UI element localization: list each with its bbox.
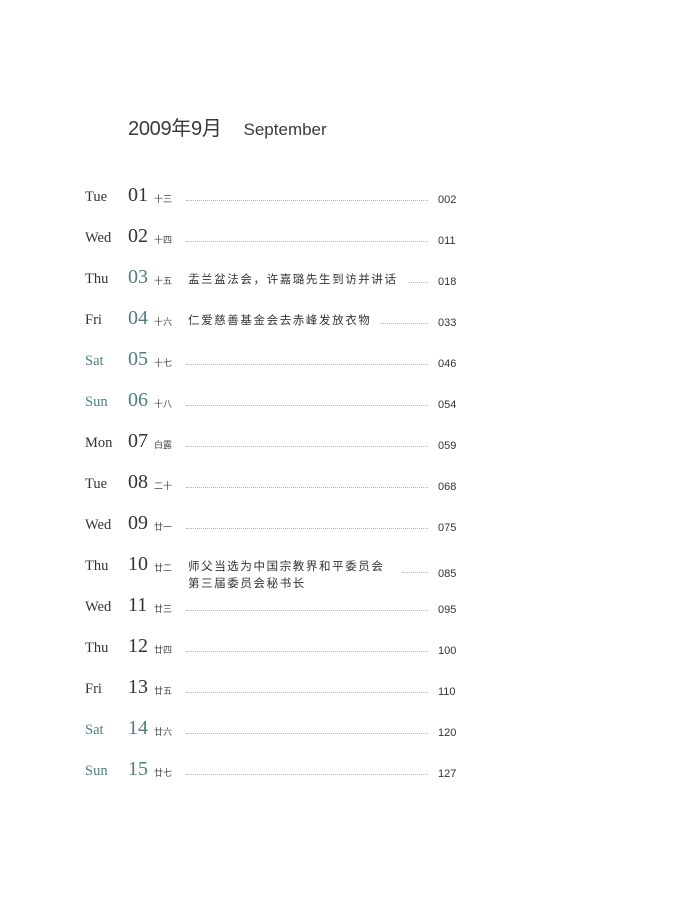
day-number: 11 <box>128 594 148 616</box>
day-list: Tue 01 十三 002 Wed 02 十四 011 Thu 03 十五 盂兰… <box>0 0 678 920</box>
day-number: 04 <box>128 307 148 329</box>
page-number: 127 <box>438 768 457 780</box>
weekday-label: Fri <box>85 681 102 697</box>
event-line: 第三届委员会秘书长 <box>188 576 306 590</box>
lunar-date: 廿四 <box>154 646 173 656</box>
day-number: 05 <box>128 348 148 370</box>
dot-leader <box>186 692 428 693</box>
page-number: 068 <box>438 481 457 493</box>
lunar-date: 廿一 <box>154 523 173 533</box>
lunar-date: 廿五 <box>154 687 173 697</box>
weekday-label: Thu <box>85 271 109 287</box>
page-number: 059 <box>438 440 457 452</box>
day-row: Tue 08 二十 068 <box>0 471 678 517</box>
page-number: 046 <box>438 358 457 370</box>
page-number: 018 <box>438 276 457 288</box>
day-row: Thu 10 廿二 师父当选为中国宗教界和平委员会 第三届委员会秘书长 085 <box>0 553 678 599</box>
weekday-label: Tue <box>85 476 108 492</box>
page-number: 033 <box>438 317 457 329</box>
page-number: 100 <box>438 645 457 657</box>
page-number: 110 <box>438 686 456 698</box>
dot-leader <box>186 446 428 447</box>
weekday-label: Wed <box>85 517 112 533</box>
weekday-label: Tue <box>85 189 108 205</box>
day-number: 06 <box>128 389 148 411</box>
page-number: 095 <box>438 604 457 616</box>
weekday-label: Wed <box>85 230 112 246</box>
dot-leader <box>381 323 428 324</box>
dot-leader <box>186 487 428 488</box>
lunar-date: 十八 <box>154 400 173 410</box>
day-row: Sun 15 廿七 127 <box>0 758 678 804</box>
day-row: Fri 13 廿五 110 <box>0 676 678 722</box>
lunar-date: 十四 <box>154 236 173 246</box>
weekday-label: Sat <box>85 722 104 738</box>
event-text: 师父当选为中国宗教界和平委员会 第三届委员会秘书长 <box>188 558 385 592</box>
page-number: 085 <box>438 568 457 580</box>
lunar-date: 二十 <box>154 482 173 492</box>
weekday-label: Sun <box>85 763 108 779</box>
lunar-date: 白露 <box>154 441 173 451</box>
page-number: 011 <box>438 235 456 247</box>
weekday-label: Wed <box>85 599 112 615</box>
day-row: Tue 01 十三 002 <box>0 184 678 230</box>
day-number: 12 <box>128 635 148 657</box>
dot-leader <box>186 241 428 242</box>
lunar-date: 十五 <box>154 277 173 287</box>
page-number: 075 <box>438 522 457 534</box>
day-number: 13 <box>128 676 148 698</box>
day-row: Wed 02 十四 011 <box>0 225 678 271</box>
dot-leader <box>186 528 428 529</box>
day-number: 08 <box>128 471 148 493</box>
day-row: Mon 07 白露 059 <box>0 430 678 476</box>
event-text: 盂兰盆法会，许嘉璐先生到访并讲话 <box>188 272 398 286</box>
day-row: Wed 11 廿三 095 <box>0 594 678 640</box>
dot-leader <box>186 651 428 652</box>
lunar-date: 廿六 <box>154 728 173 738</box>
weekday-label: Thu <box>85 640 109 656</box>
weekday-label: Sun <box>85 394 108 410</box>
lunar-date: 廿七 <box>154 769 173 779</box>
dot-leader <box>409 282 428 283</box>
dot-leader <box>186 200 428 201</box>
lunar-date: 廿二 <box>154 564 173 574</box>
day-number: 02 <box>128 225 148 247</box>
lunar-date: 廿三 <box>154 605 173 615</box>
day-row: Thu 12 廿四 100 <box>0 635 678 681</box>
day-number: 10 <box>128 553 148 575</box>
lunar-date: 十三 <box>154 195 173 205</box>
event-line: 师父当选为中国宗教界和平委员会 <box>188 559 385 573</box>
dot-leader <box>186 405 428 406</box>
weekday-label: Fri <box>85 312 102 328</box>
day-row: Fri 04 十六 仁爱慈善基金会去赤峰发放衣物 033 <box>0 307 678 353</box>
dot-leader <box>186 610 428 611</box>
weekday-label: Sat <box>85 353 104 369</box>
dot-leader <box>186 774 428 775</box>
day-number: 01 <box>128 184 148 206</box>
dot-leader <box>402 572 428 573</box>
day-row: Sun 06 十八 054 <box>0 389 678 435</box>
day-number: 15 <box>128 758 148 780</box>
lunar-date: 十六 <box>154 318 173 328</box>
page-number: 054 <box>438 399 457 411</box>
lunar-date: 十七 <box>154 359 173 369</box>
day-number: 09 <box>128 512 148 534</box>
day-row: Sat 14 廿六 120 <box>0 717 678 763</box>
dot-leader <box>186 364 428 365</box>
day-row: Sat 05 十七 046 <box>0 348 678 394</box>
event-text: 仁爱慈善基金会去赤峰发放衣物 <box>188 313 372 327</box>
weekday-label: Mon <box>85 435 113 451</box>
day-number: 14 <box>128 717 148 739</box>
day-row: Wed 09 廿一 075 <box>0 512 678 558</box>
day-number: 03 <box>128 266 148 288</box>
weekday-label: Thu <box>85 558 109 574</box>
dot-leader <box>186 733 428 734</box>
page-number: 120 <box>438 727 457 739</box>
page-number: 002 <box>438 194 457 206</box>
day-number: 07 <box>128 430 148 452</box>
day-row: Thu 03 十五 盂兰盆法会，许嘉璐先生到访并讲话 018 <box>0 266 678 312</box>
